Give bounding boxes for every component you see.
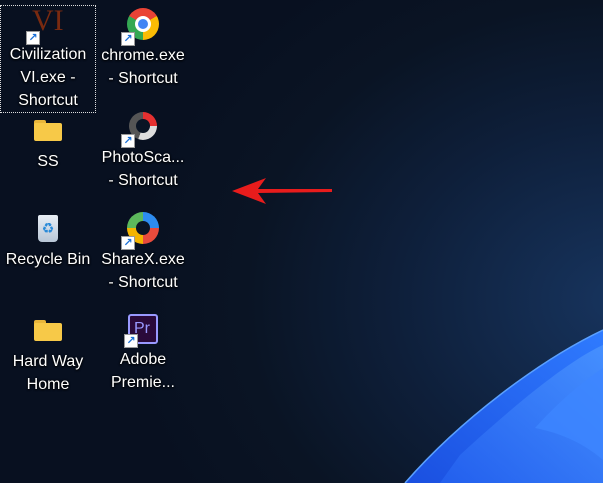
desktop-icon-recycle-bin[interactable]: ♻ Recycle Bin bbox=[1, 206, 95, 271]
civilization-vi-icon: VI ↗ bbox=[26, 4, 64, 45]
desktop-icon-ss[interactable]: SS bbox=[1, 108, 95, 173]
folder-icon bbox=[32, 314, 64, 346]
sharex-icon: ↗ bbox=[121, 212, 159, 250]
red-arrow-annotation bbox=[232, 178, 332, 204]
photoscape-icon: ↗ bbox=[121, 110, 159, 148]
chrome-icon: ↗ bbox=[121, 8, 159, 46]
desktop-icon-photoscape[interactable]: ↗ PhotoSca... - Shortcut bbox=[96, 104, 190, 192]
shortcut-arrow-icon: ↗ bbox=[121, 32, 135, 46]
adobe-premiere-icon: Pr ↗ bbox=[124, 314, 158, 348]
folder-icon bbox=[32, 114, 64, 146]
desktop-icon-hard-way-home[interactable]: Hard Way Home bbox=[1, 308, 95, 396]
shortcut-arrow-icon: ↗ bbox=[26, 31, 40, 45]
shortcut-arrow-icon: ↗ bbox=[121, 134, 135, 148]
shortcut-arrow-icon: ↗ bbox=[121, 236, 135, 250]
desktop-icon-chrome[interactable]: ↗ chrome.exe - Shortcut bbox=[96, 2, 190, 90]
shortcut-arrow-icon: ↗ bbox=[124, 334, 138, 348]
desktop-icon-adobe-premiere[interactable]: Pr ↗ Adobe Premie... bbox=[96, 308, 190, 394]
recycle-bin-icon: ♻ bbox=[32, 212, 64, 244]
desktop-icon-civilization-vi[interactable]: VI ↗ Civilization VI.exe - Shortcut bbox=[0, 4, 96, 113]
desktop-icon-sharex[interactable]: ↗ ShareX.exe - Shortcut bbox=[96, 206, 190, 294]
